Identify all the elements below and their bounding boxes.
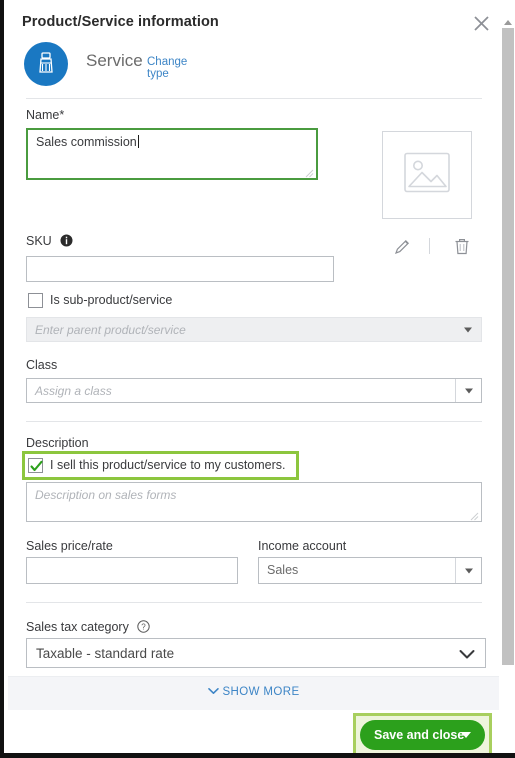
description-textarea[interactable]: Description on sales forms [26,482,482,522]
change-type-link[interactable]: Change type [147,56,187,80]
show-more-label: SHOW MORE [222,686,300,699]
modal-scrollbar[interactable] [501,0,515,682]
info-icon[interactable] [60,234,73,252]
scroll-up-arrow-icon[interactable] [502,16,514,28]
price-divider [26,602,482,603]
show-more-button[interactable]: SHOW MORE [207,686,299,698]
i-sell-this-label: I sell this product/service to my custom… [50,458,286,472]
action-divider [429,238,430,254]
chevron-down-icon[interactable] [455,558,481,583]
help-circle-icon[interactable]: ? [137,620,150,638]
name-input-value: Sales commission [36,135,137,149]
name-input[interactable]: Sales commission [26,128,318,180]
product-image-box[interactable] [382,131,472,219]
class-placeholder: Assign a class [35,384,112,398]
description-label: Description [26,436,89,450]
pencil-icon[interactable] [394,238,411,260]
is-sub-product-checkbox[interactable] [28,293,43,308]
show-more-bar: SHOW MORE [8,676,499,710]
class-divider [26,421,482,422]
save-and-close-label: Save and close [374,728,465,742]
save-and-close-button[interactable]: Save and close [360,720,485,750]
sales-tax-category-label: Sales tax category [26,620,129,634]
is-sub-product-label: Is sub-product/service [50,293,173,307]
chevron-down-icon[interactable] [455,379,481,402]
chevron-down-icon[interactable] [459,648,475,663]
sales-price-input[interactable] [26,557,238,584]
product-service-modal: Product/Service information Service Chan… [8,0,515,753]
resize-grip-icon[interactable] [304,167,314,178]
sales-tax-category-select[interactable]: Taxable - standard rate [26,638,486,668]
chevron-down-icon [207,686,219,698]
description-placeholder: Description on sales forms [35,488,177,502]
text-caret [137,135,139,148]
modal-body: Service Change type Name* Sales commissi… [8,36,499,676]
app-screen: Product/Service information Service Chan… [0,0,515,758]
page-title: Product/Service information [22,14,219,30]
product-type-name: Service [86,51,143,70]
scrollbar-thumb[interactable] [502,28,514,665]
resize-grip-icon[interactable] [469,510,479,521]
caret-down-icon[interactable] [461,732,471,738]
svg-text:?: ? [141,623,146,632]
income-account-label: Income account [258,539,347,553]
modal-footer: Save and close [8,710,515,753]
sales-tax-category-value: Taxable - standard rate [36,646,175,661]
save-button-highlight: Save and close [353,713,492,753]
sales-price-label: Sales price/rate [26,539,113,553]
class-label: Class [26,358,58,372]
image-actions [382,236,472,258]
image-placeholder-icon [404,152,450,198]
service-bell-icon [24,42,68,86]
income-account-select[interactable]: Sales [258,557,482,584]
trash-icon[interactable] [454,238,470,260]
sku-label: SKU [26,234,52,248]
chevron-down-icon[interactable] [455,318,481,341]
sku-input[interactable] [26,256,334,282]
parent-product-select[interactable]: Enter parent product/service [26,317,482,342]
i-sell-this-checkbox[interactable] [28,458,43,473]
class-select[interactable]: Assign a class [26,378,482,403]
name-label: Name* [26,108,65,122]
parent-product-placeholder: Enter parent product/service [35,323,186,337]
header-divider [26,98,482,99]
income-account-value: Sales [267,563,299,577]
close-icon[interactable] [473,15,490,32]
